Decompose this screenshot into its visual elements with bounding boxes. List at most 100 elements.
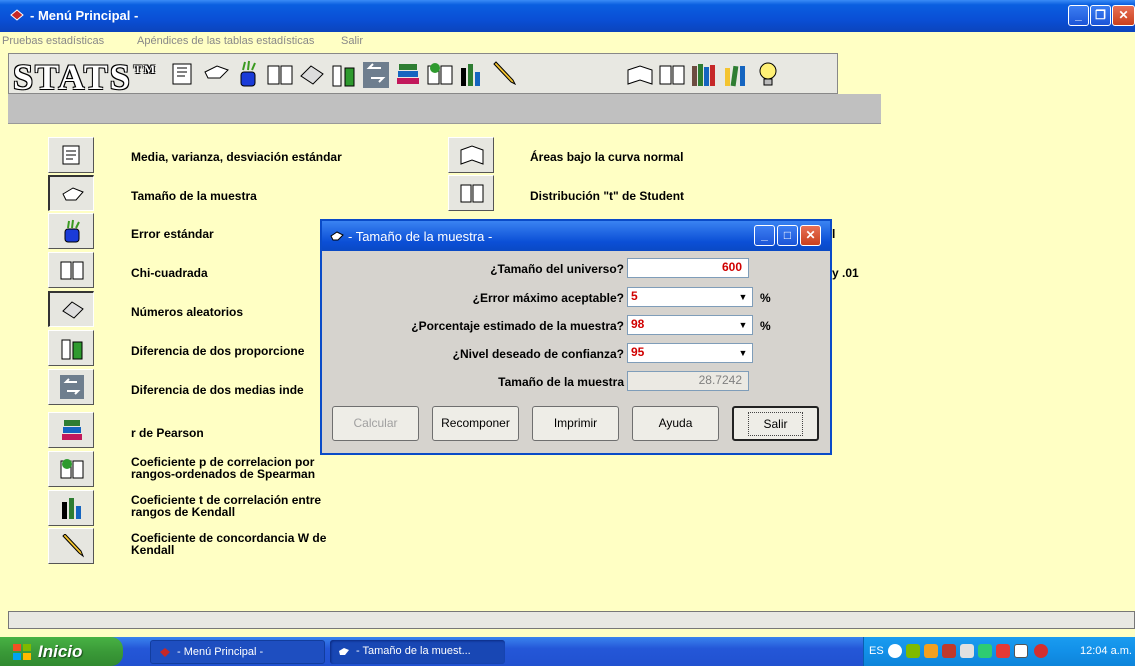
minimize-button[interactable]: _: [1068, 5, 1089, 26]
dialog-close-button[interactable]: ✕: [800, 225, 821, 246]
label-aleatorios[interactable]: Números aleatorios: [131, 305, 243, 319]
library-icon[interactable]: [689, 58, 719, 90]
book-hand-icon: [62, 145, 80, 165]
close-button[interactable]: ✕: [1112, 5, 1135, 26]
calcular-button[interactable]: Calcular: [332, 406, 419, 441]
bars-icon[interactable]: [457, 58, 487, 90]
bars-icon: [62, 498, 81, 519]
proporciones-button[interactable]: [48, 330, 94, 366]
recomponer-button[interactable]: Recomponer: [432, 406, 519, 441]
network-icon[interactable]: [906, 644, 920, 658]
alert-icon[interactable]: [996, 644, 1010, 658]
start-label: Inicio: [38, 642, 83, 661]
open-book-icon: [60, 261, 84, 280]
media-button[interactable]: [48, 137, 94, 173]
main-titlebar[interactable]: - Menú Principal - _ ❐ ✕: [0, 0, 1135, 32]
task-menu-principal-label: - Menú Principal -: [177, 646, 264, 658]
confianza-select[interactable]: 95 ▼: [627, 343, 753, 363]
back-arrow-icon[interactable]: [888, 644, 902, 658]
label-media[interactable]: Media, varianza, desviación estándar: [131, 150, 342, 164]
taskbar: Inicio - Menú Principal - - Tamaño de la…: [0, 637, 1135, 666]
error-value: 5: [631, 289, 638, 303]
menu-salir[interactable]: Salir: [341, 35, 363, 47]
error-pct: %: [760, 291, 771, 305]
volume-icon[interactable]: [960, 644, 974, 658]
open-book-icon[interactable]: [265, 58, 295, 90]
task-tamano[interactable]: - Tamaño de la muest...: [330, 640, 505, 664]
universo-label: ¿Tamaño del universo?: [490, 262, 624, 276]
label-tamano[interactable]: Tamaño de la muestra: [131, 189, 257, 203]
tamano-button[interactable]: [48, 175, 94, 211]
ayuda-button[interactable]: Ayuda: [632, 406, 719, 441]
dialog-minimize-button[interactable]: _: [754, 225, 775, 246]
universo-input[interactable]: 600: [627, 258, 749, 278]
porcentaje-value: 98: [631, 317, 645, 331]
medias-button[interactable]: [48, 369, 94, 405]
cup-icon[interactable]: [233, 58, 263, 90]
restore-button[interactable]: ❐: [1090, 5, 1111, 26]
label-student[interactable]: Distribución "t" de Student: [530, 189, 684, 203]
error-button[interactable]: [48, 213, 94, 249]
student-button[interactable]: [448, 175, 494, 211]
imprimir-button[interactable]: Imprimir: [532, 406, 619, 441]
dialog-maximize-button[interactable]: □: [777, 225, 798, 246]
lightbulb-icon[interactable]: [753, 58, 783, 90]
bottles-icon[interactable]: [329, 58, 359, 90]
books-lean-icon[interactable]: [721, 58, 751, 90]
system-tray: ES 12:04 a.m.: [863, 637, 1135, 666]
dropdown-arrow-icon[interactable]: ▼: [735, 317, 751, 333]
toolbar: STATS TM: [8, 53, 838, 97]
arrows-icon: [60, 375, 84, 399]
label-pearson[interactable]: r de Pearson: [131, 426, 204, 440]
book-open2-icon[interactable]: [657, 58, 687, 90]
eraser-icon[interactable]: [297, 58, 327, 90]
aleatorios-button[interactable]: [48, 291, 94, 327]
label-proporciones[interactable]: Diferencia de dos proporcione: [131, 344, 304, 358]
porcentaje-select[interactable]: 98 ▼: [627, 315, 753, 335]
books-stack-icon[interactable]: [393, 58, 423, 90]
book-read-icon[interactable]: [625, 58, 655, 90]
chi-button[interactable]: [48, 252, 94, 288]
antivirus-icon[interactable]: [942, 644, 956, 658]
update-icon[interactable]: [978, 644, 992, 658]
eraser-icon: [62, 301, 84, 319]
kendall-w-button[interactable]: [48, 528, 94, 564]
pearson-button[interactable]: [48, 412, 94, 448]
areas-button[interactable]: [448, 137, 494, 173]
dropdown-arrow-icon[interactable]: ▼: [735, 345, 751, 361]
hand-pointer-icon[interactable]: [202, 58, 232, 90]
spearman-button[interactable]: [48, 451, 94, 487]
label-medias[interactable]: Diferencia de dos medias inde: [131, 383, 304, 397]
start-button[interactable]: Inicio: [0, 637, 123, 666]
book-green-icon[interactable]: [425, 58, 455, 90]
label-error[interactable]: Error estándar: [131, 227, 214, 241]
security-icon[interactable]: [924, 644, 938, 658]
menu-pruebas[interactable]: Pruebas estadísticas: [2, 35, 104, 47]
pencil-icon[interactable]: [489, 58, 519, 90]
language-indicator[interactable]: ES: [869, 645, 884, 657]
book-open2-icon: [460, 184, 484, 203]
resultado-output: 28.7242: [627, 371, 749, 391]
shield-icon[interactable]: [1034, 644, 1048, 658]
label-partial-4: y .01: [832, 266, 859, 280]
label-chi[interactable]: Chi-cuadrada: [131, 266, 208, 280]
label-areas[interactable]: Áreas bajo la curva normal: [530, 150, 683, 164]
error-select[interactable]: 5 ▼: [627, 287, 753, 307]
menu-apendices[interactable]: Apéndices de las tablas estadísticas: [137, 35, 314, 47]
book-hand-icon[interactable]: [169, 58, 199, 90]
label-kendall-w[interactable]: Coeficiente de concordancia W de Kendall: [131, 532, 361, 556]
porcentaje-pct: %: [760, 319, 771, 333]
windows-logo-icon: [13, 644, 31, 660]
clock: 12:04 a.m.: [1080, 645, 1132, 657]
dropdown-arrow-icon[interactable]: ▼: [735, 289, 751, 305]
arrows-icon[interactable]: [361, 58, 391, 90]
task-tamano-label: - Tamaño de la muest...: [356, 645, 471, 657]
label-spearman[interactable]: Coeficiente p de correlacion por rangos-…: [131, 456, 361, 480]
task-menu-principal[interactable]: - Menú Principal -: [150, 640, 325, 664]
display-icon[interactable]: [1014, 644, 1028, 658]
label-kendall-t[interactable]: Coeficiente t de correlación entre rango…: [131, 494, 361, 518]
salir-button[interactable]: Salir: [732, 406, 819, 441]
books-stack-icon: [62, 420, 82, 440]
kendall-t-button[interactable]: [48, 490, 94, 526]
dialog-titlebar[interactable]: - Tamaño de la muestra - _ □ ✕: [322, 221, 830, 251]
